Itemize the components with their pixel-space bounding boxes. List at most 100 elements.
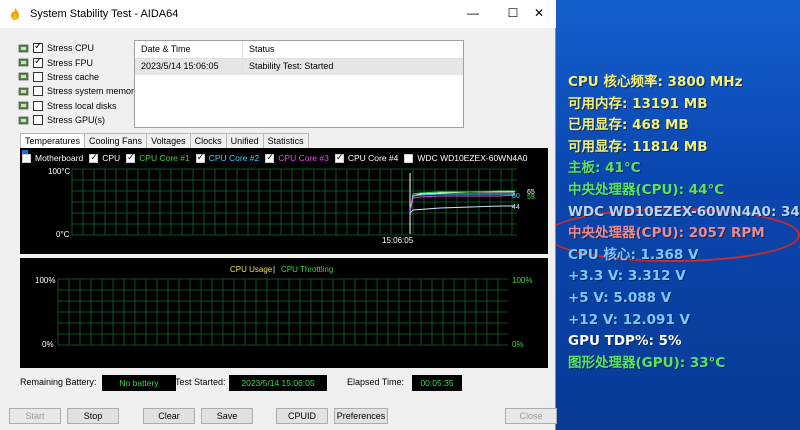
disk-icon — [18, 100, 29, 111]
legend-item[interactable]: Motherboard — [22, 153, 83, 163]
battery-value: No battery — [102, 375, 176, 391]
stress-option-checkbox[interactable] — [33, 71, 43, 82]
tab-voltages[interactable]: Voltages — [146, 133, 191, 148]
stress-option-row[interactable]: Stress local disks — [18, 99, 139, 113]
legend-item[interactable]: CPU Core #2 — [195, 152, 259, 163]
log-header-status[interactable]: Status — [243, 41, 463, 58]
cpu-usage-title: CPU Usage — [230, 265, 273, 274]
osd-sensor-line: 已用显存: 468 MB — [568, 117, 689, 134]
temp-x-marker-label: 15:06:05 — [382, 236, 414, 245]
osd-sensor-line: WDC WD10EZEX-60WN4A0: 34°C — [568, 203, 800, 220]
stress-option-checkbox[interactable] — [33, 56, 43, 68]
legend-label: Motherboard — [35, 153, 84, 163]
save-button[interactable]: Save — [201, 408, 253, 424]
cpu-core4-line — [409, 205, 515, 214]
stress-option-checkbox[interactable] — [33, 115, 43, 126]
stress-option-row[interactable]: Stress CPU — [18, 41, 139, 55]
log-cell-date: 2023/5/14 15:06:05 — [135, 59, 243, 75]
close-button[interactable]: Close — [505, 408, 557, 424]
legend-checkbox[interactable] — [195, 152, 205, 163]
stability-test-window: System Stability Test - AIDA64 — ☐ ✕ Str… — [0, 0, 557, 430]
tab-cooling-fans[interactable]: Cooling Fans — [84, 133, 148, 148]
log-header-date[interactable]: Date & Time — [135, 41, 243, 58]
minimize-button[interactable]: — — [456, 0, 490, 26]
cpu-throttling-title: CPU Throttling — [281, 265, 333, 274]
stress-option-label: Stress cache — [47, 71, 100, 82]
temperature-grid — [71, 168, 517, 236]
legend-label: CPU — [102, 153, 121, 163]
legend-checkbox[interactable] — [404, 153, 414, 163]
legend-item[interactable]: WDC WD10EZEX-60WN4A0 — [404, 153, 527, 163]
osd-sensor-line: CPU 核心频率: 3800 MHz — [568, 74, 743, 90]
window-title: System Stability Test - AIDA64 — [30, 8, 179, 20]
log-row[interactable]: 2023/5/14 15:06:05 Stability Test: Start… — [135, 59, 463, 75]
stress-option-checkbox[interactable] — [33, 86, 43, 97]
legend-checkbox[interactable] — [126, 152, 136, 163]
value-label-60: 60 — [512, 193, 520, 200]
battery-label: Remaining Battery: — [20, 377, 97, 387]
stress-options-list: Stress CPU Stress FPU Stress cache Stress s… — [18, 41, 139, 127]
osd-sensor-line: 主板: 41°C — [568, 160, 641, 177]
legend-checkbox[interactable] — [265, 152, 275, 163]
osd-sensor-line: 图形处理器(GPU): 33°C — [568, 354, 726, 371]
legend-item[interactable]: CPU Core #4 — [334, 152, 399, 163]
cpu-y-bottom-right: 0% — [512, 340, 524, 349]
stop-button[interactable]: Stop — [67, 408, 119, 424]
stress-option-label: Stress GPU(s) — [47, 115, 106, 126]
cpu-usage-graph-canvas: CPU Usage | CPU Throttling 100% 0% 100% … — [35, 265, 532, 349]
cache-icon — [18, 71, 29, 82]
legend-label: CPU Core #4 — [347, 153, 399, 163]
close-window-button[interactable]: ✕ — [522, 0, 556, 26]
tab-temperatures[interactable]: Temperatures — [20, 133, 86, 149]
legend-checkbox[interactable] — [89, 152, 99, 163]
legend-item[interactable]: CPU Core #1 — [126, 152, 190, 163]
title-bar[interactable]: System Stability Test - AIDA64 — ☐ ✕ — [0, 0, 556, 28]
stress-option-row[interactable]: Stress cache — [18, 70, 139, 84]
value-label-44: 44 — [512, 204, 520, 211]
temp-y-bottom-label: 0°C — [56, 230, 70, 239]
cpu-y-top-left: 100% — [35, 276, 55, 285]
test-started-label: Test Started: — [175, 377, 226, 387]
osd-sensor-line: CPU 核心: 1.368 V — [568, 246, 699, 263]
cpu-y-bottom-left: 0% — [42, 340, 54, 349]
tab-statistics[interactable]: Statistics — [262, 133, 309, 148]
preferences-button[interactable]: Preferences — [334, 408, 388, 424]
clear-button[interactable]: Clear — [143, 408, 195, 424]
osd-sensor-line: +12 V: 12.091 V — [568, 311, 690, 328]
memory-icon — [18, 86, 29, 97]
log-header-row: Date & Time Status — [135, 41, 463, 59]
legend-item[interactable]: CPU — [89, 152, 121, 163]
value-label-59: 59 — [527, 194, 535, 201]
legend-item[interactable]: CPU Core #3 — [265, 152, 329, 163]
cpu-usage-grid — [57, 278, 508, 346]
tab-clocks[interactable]: Clocks — [189, 133, 227, 148]
test-info-bar: Remaining Battery: No battery Test Start… — [20, 375, 550, 391]
osd-sensor-line: +5 V: 5.088 V — [568, 289, 672, 306]
temp-y-top-label: 100°C — [48, 167, 71, 176]
log-cell-status: Stability Test: Started — [249, 61, 334, 71]
legend-checkbox[interactable] — [334, 152, 344, 163]
graph-tabs: Temperatures Cooling Fans Voltages Clocks Un… — [20, 133, 309, 149]
cpuid-button[interactable]: CPUID — [276, 408, 328, 424]
cpu-icon — [18, 43, 29, 54]
legend-label: WDC WD10EZEX-60WN4A0 — [417, 153, 528, 163]
stress-option-checkbox[interactable] — [33, 41, 43, 54]
status-log-table[interactable]: Date & Time Status 2023/5/14 15:06:05 St… — [134, 40, 464, 128]
osd-sensor-line: GPU TDP%: 5% — [568, 333, 682, 350]
temperature-graph-canvas: 100°C 0°C 15:06:05 65 60 59 44 — [22, 150, 535, 245]
legend-checkbox[interactable] — [22, 153, 31, 163]
temperature-legend: Motherboard CPU CPU Core #1 CPU Core #2 CPU … — [22, 152, 533, 163]
temperature-graph: 100°C 0°C 15:06:05 65 60 59 44 — [20, 148, 548, 254]
start-button[interactable]: Start — [9, 408, 61, 424]
stress-option-row[interactable]: Stress FPU — [18, 55, 139, 69]
stress-option-row[interactable]: Stress GPU(s) — [18, 113, 139, 127]
tab-unified[interactable]: Unified — [225, 133, 264, 148]
cpu-y-top-right: 100% — [512, 276, 532, 285]
elapsed-time-label: Elapsed Time: — [347, 377, 405, 387]
fpu-icon — [18, 57, 29, 68]
stress-option-row[interactable]: Stress system memory — [18, 84, 139, 98]
legend-label: CPU Core #1 — [139, 153, 190, 163]
stress-option-label: Stress system memory — [47, 86, 139, 97]
stress-option-checkbox[interactable] — [33, 100, 43, 111]
osd-sensor-line: 中央处理器(CPU): 2057 RPM — [568, 225, 765, 242]
